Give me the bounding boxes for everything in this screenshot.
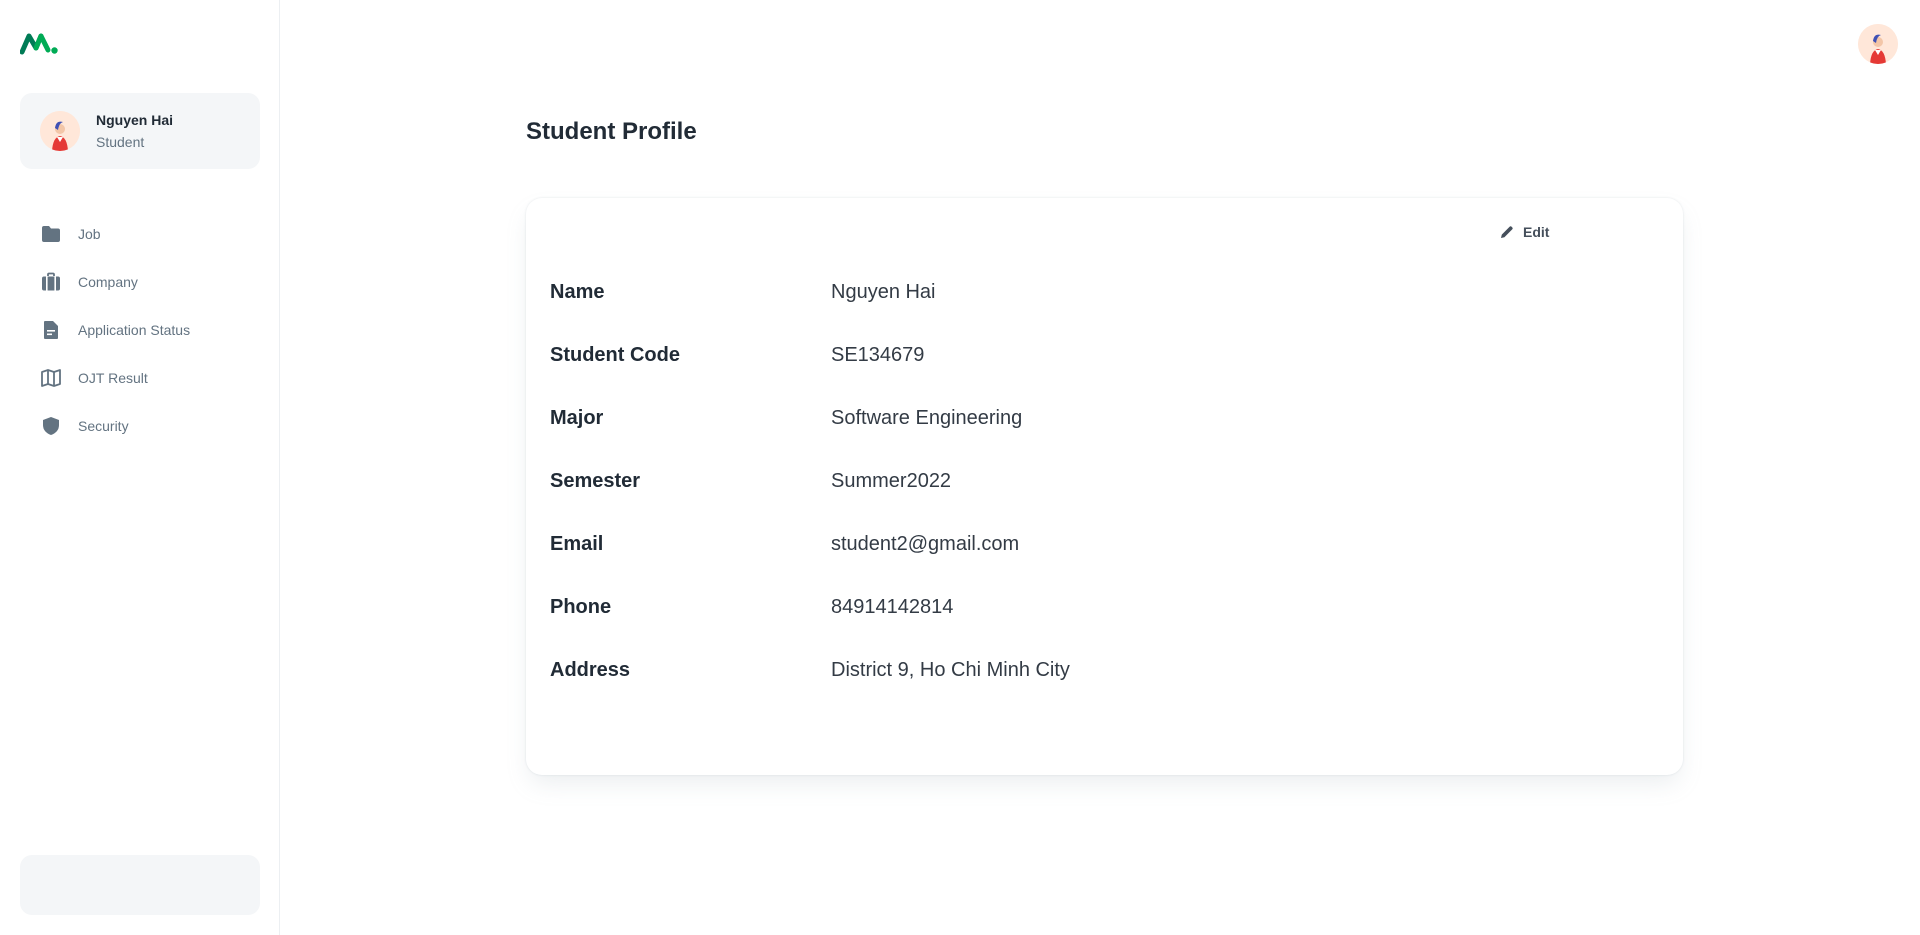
document-icon (40, 319, 62, 341)
field-label: Address (550, 658, 631, 681)
profile-row-student-code: Student Code SE134679 (550, 340, 924, 370)
folder-icon (40, 223, 62, 245)
sidebar-item-label: OJT Result (78, 370, 148, 386)
edit-button[interactable]: Edit (1492, 218, 1557, 246)
field-value: District 9, Ho Chi Minh City (831, 658, 1070, 681)
account-name: Nguyen Hai (96, 112, 174, 128)
header-avatar-icon[interactable] (1858, 24, 1898, 64)
profile-row-name: Name Nguyen Hai (550, 277, 936, 307)
briefcase-icon (40, 271, 62, 293)
map-icon (40, 367, 62, 389)
shield-icon (40, 415, 62, 437)
sidebar-footer-panel (20, 855, 260, 915)
sidebar-item-job[interactable]: Job (20, 210, 260, 258)
profile-row-phone: Phone 84914142814 (550, 592, 953, 622)
field-label: Semester (550, 469, 641, 492)
profile-row-semester: Semester Summer2022 (550, 466, 951, 496)
field-label: Phone (550, 595, 612, 618)
field-value: SE134679 (831, 343, 925, 366)
sidebar: Nguyen Hai Student Job Company Applicati… (0, 0, 280, 935)
field-value: student2@gmail.com (831, 532, 1020, 555)
field-value: Nguyen Hai (831, 280, 936, 303)
sidebar-item-label: Job (78, 226, 101, 242)
field-value: Summer2022 (831, 469, 952, 492)
sidebar-item-security[interactable]: Security (20, 402, 260, 450)
sidebar-item-label: Company (78, 274, 138, 290)
page-title: Student Profile (526, 118, 697, 145)
sidebar-item-company[interactable]: Company (20, 258, 260, 306)
profile-row-address: Address District 9, Ho Chi Minh City (550, 655, 1070, 685)
profile-row-major: Major Software Engineering (550, 403, 1022, 433)
field-label: Student Code (550, 343, 680, 366)
field-label: Name (550, 280, 605, 303)
field-value: 84914142814 (831, 595, 954, 618)
sidebar-nav: Job Company Application Status OJT Resul… (20, 210, 260, 450)
account-role: Student (96, 134, 145, 150)
pencil-icon (1501, 226, 1513, 238)
profile-row-email: Email student2@gmail.com (550, 529, 1019, 559)
sidebar-item-application-status[interactable]: Application Status (20, 306, 260, 354)
brand-logo-icon[interactable] (19, 30, 60, 56)
account-card[interactable]: Nguyen Hai Student (20, 93, 260, 169)
field-label: Email (550, 532, 604, 555)
sidebar-item-label: Security (78, 418, 129, 434)
profile-card: Edit Name Nguyen Hai Student Code SE1346… (526, 198, 1683, 775)
user-avatar-icon (40, 111, 80, 151)
field-value: Software Engineering (831, 406, 1023, 429)
edit-label: Edit (1523, 224, 1550, 240)
sidebar-item-label: Application Status (78, 322, 191, 338)
sidebar-item-ojt-result[interactable]: OJT Result (20, 354, 260, 402)
field-label: Major (550, 406, 604, 429)
